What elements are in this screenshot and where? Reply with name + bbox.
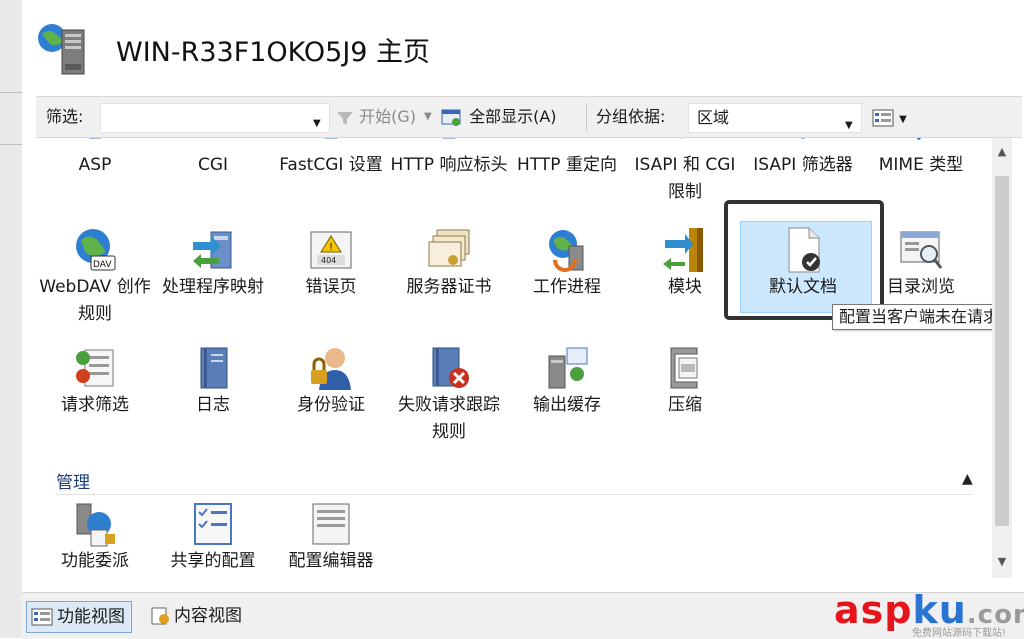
feature-mime-types[interactable]: MIME 类型 xyxy=(862,138,980,179)
show-all-icon xyxy=(440,108,464,128)
filter-dropdown-arrow-icon[interactable]: ▼ xyxy=(313,118,321,129)
feature-delegation-icon xyxy=(71,500,119,548)
features-view-button[interactable]: 功能视图 xyxy=(26,601,132,633)
chevron-up-icon[interactable]: ▲ xyxy=(962,471,973,487)
section-header-management[interactable]: 管理 xyxy=(56,468,90,493)
filter-input[interactable]: ▼ xyxy=(100,103,330,133)
page-header: WIN-R33F1OKO5J9 主页 xyxy=(22,0,1024,88)
request-filtering-icon xyxy=(71,344,119,392)
filter-label: 筛选: xyxy=(46,97,83,137)
shared-configuration-icon xyxy=(189,500,237,548)
content-view-icon xyxy=(150,606,170,626)
feature-authentication[interactable]: 身份验证 xyxy=(272,344,390,419)
feature-request-filtering[interactable]: 请求筛选 xyxy=(36,344,154,419)
logging-icon xyxy=(189,344,237,392)
scroll-down-icon[interactable]: ▼ xyxy=(992,552,1012,572)
feature-asp[interactable]: ASP xyxy=(36,138,154,179)
tooltip: 配置当客户端未在请求 xyxy=(832,304,992,330)
show-all-button[interactable]: 全部显示(A) xyxy=(440,97,557,137)
feature-webdav[interactable]: DAV WebDAV 创作规则 xyxy=(36,226,154,328)
isapi-cgi-restrictions-icon xyxy=(661,138,709,152)
webdav-icon: DAV xyxy=(71,226,119,274)
group-by-select[interactable]: 区域 ▼ xyxy=(688,103,862,133)
feature-feature-delegation[interactable]: 功能委派 xyxy=(36,500,154,575)
feature-cgi[interactable]: CGI xyxy=(154,138,272,179)
group-dropdown-arrow-icon[interactable]: ▼ xyxy=(845,112,853,140)
svg-text:!: ! xyxy=(329,242,333,253)
feature-logging[interactable]: 日志 xyxy=(154,344,272,419)
handler-mappings-icon xyxy=(189,226,237,274)
svg-text:404: 404 xyxy=(321,256,336,265)
default-document-icon xyxy=(779,226,827,274)
feature-isapi-cgi-restrictions[interactable]: ISAPI 和 CGI 限制 xyxy=(626,138,744,206)
feature-compression[interactable]: 压缩 xyxy=(626,344,744,419)
cgi-icon xyxy=(189,138,237,152)
features-content: ASP CGI FastCGI 设置 HTTP 响应标头 HTTP 重定向 IS… xyxy=(36,138,992,578)
asp-icon xyxy=(71,138,119,152)
scroll-up-icon[interactable]: ▲ xyxy=(992,142,1012,162)
toolbar: 筛选: ▼ 开始(G) ▼ 全部显示(A) 分组依据: 区域 ▼ xyxy=(36,96,1022,138)
output-caching-icon xyxy=(543,344,591,392)
view-mode-button[interactable]: ▼ xyxy=(872,97,907,137)
feature-fastcgi[interactable]: FastCGI 设置 xyxy=(272,138,390,179)
group-by-label: 分组依据: xyxy=(596,97,665,137)
http-response-headers-icon xyxy=(425,138,473,152)
vertical-scrollbar[interactable]: ▲ ▼ xyxy=(992,138,1012,578)
feature-http-response-headers[interactable]: HTTP 响应标头 xyxy=(390,138,508,179)
feature-handler-mappings[interactable]: 处理程序映射 xyxy=(154,226,272,301)
http-redirect-icon xyxy=(543,138,591,152)
feature-worker-processes[interactable]: 工作进程 xyxy=(508,226,626,301)
feature-directory-browsing[interactable]: 目录浏览 xyxy=(862,226,980,301)
server-globe-icon xyxy=(36,20,94,78)
start-dropdown-arrow-icon[interactable]: ▼ xyxy=(424,111,432,122)
isapi-filters-icon xyxy=(779,138,827,152)
feature-configuration-editor[interactable]: 配置编辑器 xyxy=(272,500,390,575)
parent-window-edge xyxy=(0,0,23,638)
svg-text:DAV: DAV xyxy=(93,260,112,270)
start-button[interactable]: 开始(G) xyxy=(336,97,416,137)
feature-modules[interactable]: 模块 xyxy=(626,226,744,301)
watermark-subtitle: 免费网站源码下载站! xyxy=(912,624,1006,639)
modules-icon xyxy=(661,226,709,274)
view-grid-icon xyxy=(872,109,894,127)
feature-output-caching[interactable]: 输出缓存 xyxy=(508,344,626,419)
scroll-thumb[interactable] xyxy=(995,176,1009,526)
feature-default-document[interactable]: 默认文档 xyxy=(744,226,862,301)
features-view-icon xyxy=(31,608,53,626)
worker-processes-icon xyxy=(543,226,591,274)
fastcgi-icon xyxy=(307,138,355,152)
mime-types-icon xyxy=(897,138,945,152)
content-view-button[interactable]: 内容视图 xyxy=(146,601,248,631)
authentication-icon xyxy=(307,344,355,392)
page-title: WIN-R33F1OKO5J9 主页 xyxy=(116,30,430,69)
feature-error-pages[interactable]: ! 404 错误页 xyxy=(272,226,390,301)
feature-failed-request-tracing[interactable]: 失败请求跟踪规则 xyxy=(390,344,508,446)
feature-server-certificates[interactable]: 服务器证书 xyxy=(390,226,508,301)
error-pages-icon: ! 404 xyxy=(307,226,355,274)
compression-icon xyxy=(661,344,709,392)
server-certificates-icon xyxy=(425,226,473,274)
configuration-editor-icon xyxy=(307,500,355,548)
directory-browsing-icon xyxy=(897,226,945,274)
failed-request-tracing-icon xyxy=(425,344,473,392)
feature-isapi-filters[interactable]: ISAPI 筛选器 xyxy=(744,138,862,179)
feature-shared-configuration[interactable]: 共享的配置 xyxy=(154,500,272,575)
iis-home-panel: WIN-R33F1OKO5J9 主页 筛选: ▼ 开始(G) ▼ 全部显示(A)… xyxy=(22,0,1024,638)
feature-http-redirect[interactable]: HTTP 重定向 xyxy=(508,138,626,179)
funnel-icon xyxy=(336,110,354,126)
